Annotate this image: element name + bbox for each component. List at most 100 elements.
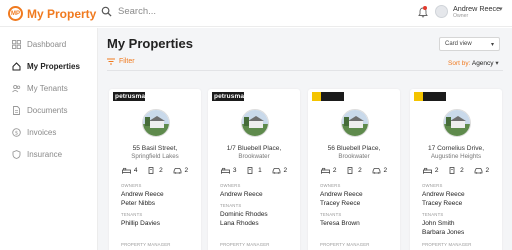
car-icon <box>173 168 181 174</box>
agency-logo-mark <box>414 92 423 101</box>
sidebar-item-my-tenants[interactable]: My Tenants <box>0 79 98 98</box>
tenant-name: Dominic Rhodes <box>220 211 268 218</box>
property-address: 17 Cornelius Drive, <box>427 145 485 152</box>
document-icon <box>12 106 21 115</box>
chevron-down-icon: ▾ <box>490 41 494 48</box>
tenants-label: TENANTS <box>320 212 342 217</box>
bath-icon <box>148 167 154 174</box>
property-features: 3 1 2 <box>208 167 300 174</box>
property-manager-label: PROPERTY MANAGER <box>121 242 171 247</box>
sidebar-item-label: Insurance <box>27 150 63 159</box>
bathrooms: 2 <box>346 167 362 174</box>
sidebar-item-label: Invoices <box>27 128 57 137</box>
chevron-down-icon: ▾ <box>495 60 499 67</box>
bed-icon <box>320 167 330 174</box>
shield-icon <box>12 150 21 159</box>
filter-divider <box>107 70 503 71</box>
property-manager-label: PROPERTY MANAGER <box>320 242 370 247</box>
main-content: My Properties Card view ▾ Filter Sort by… <box>98 28 512 250</box>
bedrooms-count: 2 <box>434 167 439 174</box>
property-manager-label: PROPERTY MANAGER <box>422 242 472 247</box>
bedrooms: 2 <box>422 167 439 174</box>
bed-icon <box>220 167 230 174</box>
bathrooms: 2 <box>448 167 464 174</box>
app-title: My Property <box>27 6 97 21</box>
bedrooms: 4 <box>121 167 138 174</box>
sidebar-item-label: Dashboard <box>27 40 67 49</box>
owners-label: OWNERS <box>220 183 241 188</box>
property-address: 55 Basil Street, <box>132 145 178 152</box>
sort-by-control[interactable]: Sort by: Agency ▾ <box>448 59 499 67</box>
tenants-label: TENANTS <box>121 212 143 217</box>
filter-label: Filter <box>119 58 135 65</box>
bedrooms-count: 4 <box>133 167 138 174</box>
car-icon <box>272 168 280 174</box>
property-card[interactable]: petrusma 55 Basil Street, Springfield La… <box>109 89 201 250</box>
property-card[interactable]: 56 Bluebell Place, Brookwater 2 2 2 OWNE… <box>308 89 400 250</box>
logo-mark-icon: MP <box>8 6 23 21</box>
property-photo <box>142 109 170 137</box>
agency-logo: petrusma <box>212 92 244 101</box>
property-photo <box>341 109 369 137</box>
property-features: 2 2 2 <box>410 167 502 174</box>
sidebar-item-invoices[interactable]: $ Invoices <box>0 123 98 142</box>
car-spaces: 2 <box>372 167 388 174</box>
sidebar-item-insurance[interactable]: Insurance <box>0 145 98 164</box>
filter-button[interactable]: Filter <box>107 58 135 65</box>
car-spaces-count: 2 <box>283 167 288 174</box>
tenant-name: John Smith <box>422 220 455 227</box>
sidebar-item-label: Documents <box>27 106 68 115</box>
agency-logo <box>312 92 344 101</box>
page-title: My Properties <box>107 36 193 51</box>
user-name[interactable]: Andrew Reece <box>453 4 500 13</box>
property-features: 2 2 2 <box>308 167 400 174</box>
property-card[interactable]: 17 Cornelius Drive, Augustine Heights 2 … <box>410 89 502 250</box>
user-avatar[interactable] <box>435 5 448 18</box>
sidebar-item-documents[interactable]: Documents <box>0 101 98 120</box>
bathrooms-count: 2 <box>358 167 362 174</box>
app-logo[interactable]: MP My Property <box>8 6 96 21</box>
agency-logo-mark <box>312 92 321 101</box>
car-spaces: 2 <box>173 167 188 174</box>
sort-by-value: Agency <box>471 60 494 67</box>
bedrooms-count: 2 <box>332 167 337 174</box>
search-input[interactable] <box>118 6 278 17</box>
agency-name: petrusma <box>214 93 245 100</box>
bed-icon <box>121 167 131 174</box>
sort-by-label: Sort by: <box>448 60 471 67</box>
sidebar-item-dashboard[interactable]: Dashboard <box>0 35 98 54</box>
property-address: 1/7 Bluebell Place, <box>226 145 282 152</box>
sidebar: Dashboard My Properties My Tenants Docum… <box>0 28 98 250</box>
property-suburb: Brookwater <box>238 153 270 160</box>
sidebar-item-label: My Properties <box>27 62 80 71</box>
bathrooms-count: 1 <box>258 167 262 174</box>
sidebar-item-label: My Tenants <box>27 84 68 93</box>
sidebar-item-my-properties[interactable]: My Properties <box>0 57 98 76</box>
property-suburb: Augustine Heights <box>430 153 482 160</box>
car-spaces-count: 2 <box>485 167 490 174</box>
owner-name: Andrew Reece <box>220 191 263 198</box>
invoice-icon: $ <box>12 128 21 137</box>
car-spaces: 2 <box>272 167 288 174</box>
property-manager-label: PROPERTY MANAGER <box>220 242 270 247</box>
bath-icon <box>247 167 253 174</box>
bedrooms-count: 3 <box>232 167 237 174</box>
agency-name: petrusma <box>115 93 146 100</box>
owner-name: Tracey Reece <box>422 200 463 207</box>
property-card[interactable]: petrusma 1/7 Bluebell Place, Brookwater … <box>208 89 300 250</box>
tenant-name: Phillip Davies <box>121 220 161 227</box>
notification-badge <box>423 6 427 10</box>
property-suburb: Springfield Lakes <box>131 153 179 160</box>
car-spaces-count: 2 <box>383 167 388 174</box>
chevron-down-icon[interactable]: ▾ <box>499 5 503 13</box>
owners-label: OWNERS <box>121 183 142 188</box>
owner-name: Andrew Reece <box>320 191 363 198</box>
bath-icon <box>347 167 353 174</box>
view-select[interactable]: Card view ▾ <box>439 37 500 51</box>
property-address: 56 Bluebell Place, <box>327 145 381 152</box>
tenants-label: TENANTS <box>220 203 242 208</box>
top-bar: MP My Property Andrew Reece Owner ▾ <box>0 0 512 27</box>
property-photo <box>241 109 269 137</box>
bathrooms: 2 <box>147 167 163 174</box>
owner-name: Andrew Reece <box>121 191 164 198</box>
